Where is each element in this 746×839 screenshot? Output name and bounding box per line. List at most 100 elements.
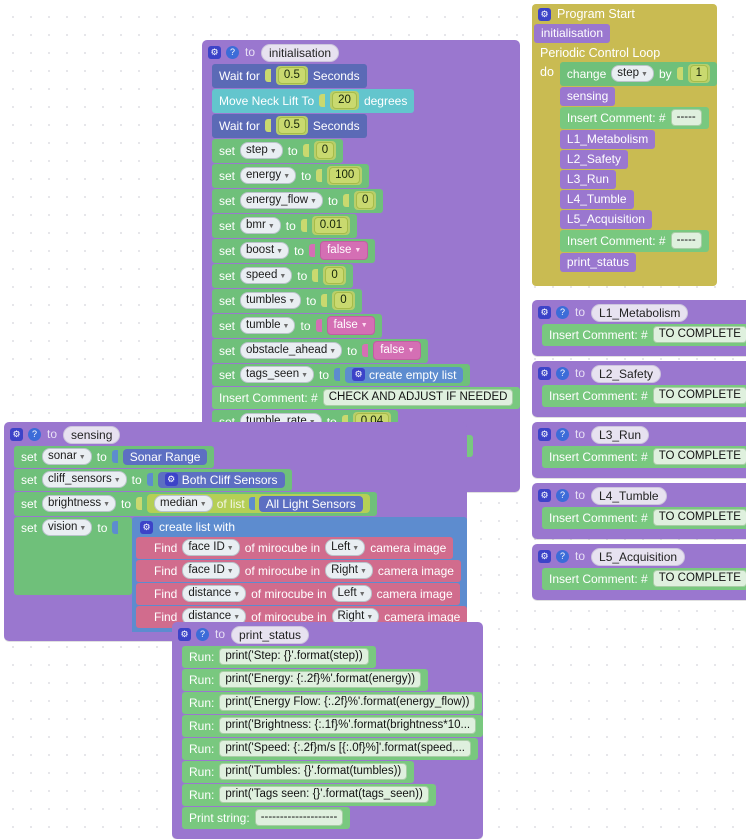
- set-variable-boost[interactable]: set boost ▼ to false ▼: [212, 239, 376, 263]
- vision-set-row[interactable]: set vision ▼ to: [14, 517, 125, 539]
- run-code-energy[interactable]: Run: print('Energy: {:.2f}%'.format(ener…: [182, 669, 429, 691]
- procedure-name[interactable]: sensing: [63, 425, 121, 444]
- variable-dropdown[interactable]: tumbles ▼: [240, 292, 302, 309]
- help-icon[interactable]: ?: [196, 628, 209, 641]
- set-variable-obstacle-ahead[interactable]: set obstacle_ahead ▼ to false ▼: [212, 339, 429, 363]
- proc-header[interactable]: ⚙ ? to L5_Acquisition: [532, 544, 746, 568]
- value-field[interactable]: 0: [325, 267, 344, 284]
- procedure-definition-print-status[interactable]: ⚙ ? to print_status Run: print('Step: {}…: [172, 622, 484, 839]
- help-icon[interactable]: ?: [556, 550, 569, 563]
- procedure-definition-l2-safety[interactable]: ⚙ ? to L2_Safety Insert Comment: # TO CO…: [532, 361, 746, 417]
- find-distance-left[interactable]: Find distance ▼ of mirocube in Left ▼ came…: [136, 583, 460, 605]
- gear-icon[interactable]: ⚙: [538, 7, 551, 21]
- variable-dropdown[interactable]: step ▼: [240, 142, 283, 159]
- set-variable-sonar[interactable]: set sonar ▼ to Sonar Range: [14, 446, 215, 468]
- camera-dropdown[interactable]: Right ▼: [325, 562, 373, 579]
- variable-dropdown[interactable]: vision ▼: [42, 519, 93, 536]
- set-variable-tumble[interactable]: set tumble ▼ to false ▼: [212, 314, 382, 338]
- separator-text[interactable]: --------------------: [254, 809, 344, 826]
- run-code-speed[interactable]: Run: print('Speed: {:.2f}m/s [{:.0f}%]'.…: [182, 738, 478, 760]
- procedure-name[interactable]: L2_Safety: [591, 364, 662, 383]
- call-l4-tumble[interactable]: L4_Tumble: [559, 190, 634, 209]
- camera-dropdown[interactable]: Left ▼: [331, 585, 372, 602]
- proc-header-sensing[interactable]: ⚙ ? to sensing: [4, 422, 467, 446]
- set-variable-energy[interactable]: set energy ▼ to 100: [212, 164, 370, 188]
- gear-icon[interactable]: ⚙: [538, 428, 551, 441]
- run-code-energy-flow[interactable]: Run: print('Energy Flow: {:.2f}%'.format…: [182, 692, 483, 714]
- gear-icon[interactable]: ⚙: [538, 489, 551, 502]
- variable-dropdown[interactable]: energy_flow ▼: [240, 192, 323, 209]
- code-text[interactable]: print('Speed: {:.2f}m/s [{:.0f}%]'.forma…: [219, 740, 471, 757]
- create-list-with-block[interactable]: ⚙ create list with Find face ID ▼ of miro…: [132, 517, 468, 632]
- variable-dropdown[interactable]: energy ▼: [240, 167, 297, 184]
- gear-icon[interactable]: ⚙: [164, 473, 178, 486]
- proc-header[interactable]: ⚙ ? to L1_Metabolism: [532, 300, 746, 324]
- wait-block-2[interactable]: Wait for 0.5 Seconds: [212, 114, 367, 138]
- proc-header-initialisation[interactable]: ⚙ ? to initialisation: [202, 40, 520, 64]
- help-icon[interactable]: ?: [226, 46, 239, 59]
- code-text[interactable]: print('Tags seen: {}'.format(tags_seen)): [219, 786, 429, 803]
- boolean-dropdown[interactable]: false▼: [320, 241, 369, 260]
- code-text[interactable]: print('Tumbles: {}'.format(tumbles)): [219, 763, 408, 780]
- run-code-brightness[interactable]: Run: print('Brightness: {:.1f}%'.format(…: [182, 715, 484, 737]
- variable-dropdown[interactable]: tags_seen ▼: [240, 366, 315, 383]
- help-icon[interactable]: ?: [556, 367, 569, 380]
- variable-dropdown[interactable]: obstacle_ahead ▼: [240, 342, 343, 359]
- print-string-separator[interactable]: Print string: --------------------: [182, 807, 351, 829]
- comment-text[interactable]: TO COMPLETE: [652, 448, 746, 465]
- comment-text[interactable]: TO COMPLETE: [652, 570, 746, 587]
- comment-text[interactable]: TO COMPLETE: [652, 326, 746, 343]
- find-face-id-left[interactable]: Find face ID ▼ of mirocube in Left ▼ camer…: [136, 537, 454, 559]
- gear-icon[interactable]: ⚙: [208, 46, 221, 59]
- gear-icon[interactable]: ⚙: [538, 306, 551, 319]
- help-icon[interactable]: ?: [28, 428, 41, 441]
- find-face-id-right[interactable]: Find face ID ▼ of mirocube in Right ▼ came…: [136, 560, 461, 582]
- gear-icon[interactable]: ⚙: [352, 368, 366, 381]
- move-neck-lift-block[interactable]: Move Neck Lift To 20 degrees: [212, 89, 415, 113]
- code-text[interactable]: print('Brightness: {:.1f}%'.format(brigh…: [219, 717, 477, 734]
- set-variable-bmr[interactable]: set bmr ▼ to 0.01: [212, 214, 358, 238]
- change-amount[interactable]: 1: [689, 65, 709, 82]
- procedure-name[interactable]: initialisation: [261, 43, 340, 62]
- comment-separator-1[interactable]: Insert Comment: # -----: [559, 107, 709, 129]
- comment-separator-2[interactable]: Insert Comment: # -----: [559, 230, 709, 252]
- proc-header[interactable]: ⚙ ? to L4_Tumble: [532, 483, 746, 507]
- comment-text[interactable]: CHECK AND ADJUST IF NEEDED: [322, 389, 514, 406]
- feature-dropdown[interactable]: face ID ▼: [182, 562, 240, 579]
- variable-dropdown[interactable]: brightness ▼: [42, 495, 117, 512]
- comment-block[interactable]: Insert Comment: # TO COMPLETE: [542, 446, 746, 468]
- comment-block[interactable]: Insert Comment: # TO COMPLETE: [542, 507, 746, 529]
- value-field[interactable]: 0: [315, 142, 335, 159]
- variable-dropdown[interactable]: sonar ▼: [42, 448, 92, 465]
- feature-dropdown[interactable]: face ID ▼: [182, 539, 240, 556]
- call-l2-safety[interactable]: L2_Safety: [559, 150, 628, 169]
- help-icon[interactable]: ?: [556, 428, 569, 441]
- set-variable-brightness[interactable]: set brightness ▼ to median ▼ of list All L…: [14, 492, 377, 516]
- run-code-tumbles[interactable]: Run: print('Tumbles: {}'.format(tumbles)…: [182, 761, 415, 783]
- camera-dropdown[interactable]: Left ▼: [325, 539, 366, 556]
- comment-block[interactable]: Insert Comment: # TO COMPLETE: [542, 385, 746, 407]
- set-variable-tumbles[interactable]: set tumbles ▼ to 0: [212, 289, 362, 313]
- procedure-definition-l4-tumble[interactable]: ⚙ ? to L4_Tumble Insert Comment: # TO CO…: [532, 483, 746, 539]
- call-l3-run[interactable]: L3_Run: [559, 170, 616, 189]
- change-variable-step[interactable]: change step ▼ by 1: [559, 62, 718, 86]
- comment-text[interactable]: -----: [670, 232, 702, 249]
- procedure-definition-l5-acquisition[interactable]: ⚙ ? to L5_Acquisition Insert Comment: # …: [532, 544, 746, 600]
- procedure-name[interactable]: L5_Acquisition: [591, 547, 686, 566]
- comment-block[interactable]: Insert Comment: # TO COMPLETE: [542, 568, 746, 590]
- code-text[interactable]: print('Energy Flow: {:.2f}%'.format(ener…: [219, 694, 476, 711]
- feature-dropdown[interactable]: distance ▼: [182, 585, 247, 602]
- run-code-tags-seen[interactable]: Run: print('Tags seen: {}'.format(tags_s…: [182, 784, 436, 806]
- variable-dropdown[interactable]: bmr ▼: [240, 217, 281, 234]
- comment-text[interactable]: TO COMPLETE: [652, 387, 746, 404]
- create-list-header[interactable]: ⚙ create list with: [132, 517, 468, 537]
- gear-icon[interactable]: ⚙: [538, 550, 551, 563]
- variable-dropdown[interactable]: speed ▼: [240, 267, 293, 284]
- all-light-sensors-block[interactable]: All Light Sensors: [258, 495, 363, 512]
- set-variable-vision[interactable]: set vision ▼ to ⚙ create list with Find f…: [14, 517, 468, 632]
- help-icon[interactable]: ?: [556, 489, 569, 502]
- create-empty-list-block[interactable]: ⚙ create empty list: [345, 366, 464, 383]
- stat-function-dropdown[interactable]: median ▼: [154, 495, 213, 512]
- boolean-dropdown[interactable]: false▼: [373, 341, 422, 360]
- neck-angle-value[interactable]: 20: [332, 92, 357, 109]
